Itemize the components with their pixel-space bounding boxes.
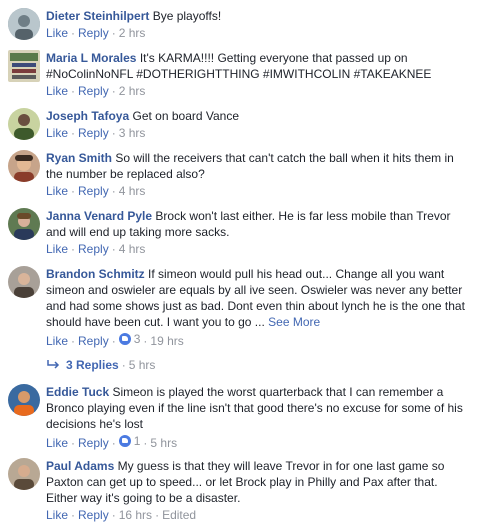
comment-time[interactable]: 4 hrs [119,242,146,256]
comment-author[interactable]: Maria L Morales [46,51,136,65]
reply-link[interactable]: Reply [78,508,109,522]
like-link[interactable]: Like [46,508,68,522]
comment-time[interactable]: 16 hrs [119,508,152,522]
like-reaction-icon [118,435,131,447]
reply-link[interactable]: Reply [78,436,109,450]
replies-count[interactable]: 3 Replies [66,358,119,372]
comment-author[interactable]: Dieter Steinhilpert [46,9,149,23]
avatar[interactable] [8,8,40,40]
reply-link[interactable]: Reply [78,84,109,98]
see-more-link[interactable]: See More [268,315,320,329]
comment-author[interactable]: Brandon Schmitz [46,267,145,281]
reaction-count[interactable]: 3 [118,331,140,347]
like-link[interactable]: Like [46,26,68,40]
comment-text: Bye playoffs! [152,9,222,23]
like-link[interactable]: Like [46,334,68,348]
avatar[interactable] [8,458,40,490]
like-link[interactable]: Like [46,184,68,198]
comment-author[interactable]: Joseph Tafoya [46,109,129,123]
avatar[interactable] [8,208,40,240]
reply-link[interactable]: Reply [78,26,109,40]
comment-author[interactable]: Eddie Tuck [46,385,109,399]
reply-link[interactable]: Reply [78,334,109,348]
avatar[interactable] [8,384,40,416]
avatar[interactable] [8,50,40,82]
comment-author[interactable]: Ryan Smith [46,151,112,165]
like-link[interactable]: Like [46,84,68,98]
view-replies-link[interactable]: 3 Replies · 5 hrs [46,357,155,373]
avatar[interactable] [8,108,40,140]
comment-time[interactable]: 19 hrs [150,334,183,348]
comment-time[interactable]: 4 hrs [119,184,146,198]
reply-arrow-icon [47,360,60,369]
like-link[interactable]: Like [46,242,68,256]
comment-text: Get on board Vance [132,109,240,123]
comment-time[interactable]: 3 hrs [119,126,146,140]
reply-link[interactable]: Reply [78,184,109,198]
replies-time: 5 hrs [128,358,156,372]
comment-text: Simeon is played the worst quarterback t… [46,385,463,431]
comment-author[interactable]: Paul Adams [46,459,114,473]
like-link[interactable]: Like [46,436,68,450]
reaction-count[interactable]: 1 [118,433,140,449]
comment-time[interactable]: 5 hrs [150,436,177,450]
avatar[interactable] [8,266,40,298]
reply-link[interactable]: Reply [78,126,109,140]
comment-time[interactable]: 2 hrs [119,84,146,98]
like-link[interactable]: Like [46,126,68,140]
edited-label[interactable]: Edited [162,508,196,522]
like-reaction-icon [118,333,131,345]
avatar[interactable] [8,150,40,182]
comment-time[interactable]: 2 hrs [119,26,146,40]
reply-link[interactable]: Reply [78,242,109,256]
comment-author[interactable]: Janna Venard Pyle [46,209,152,223]
